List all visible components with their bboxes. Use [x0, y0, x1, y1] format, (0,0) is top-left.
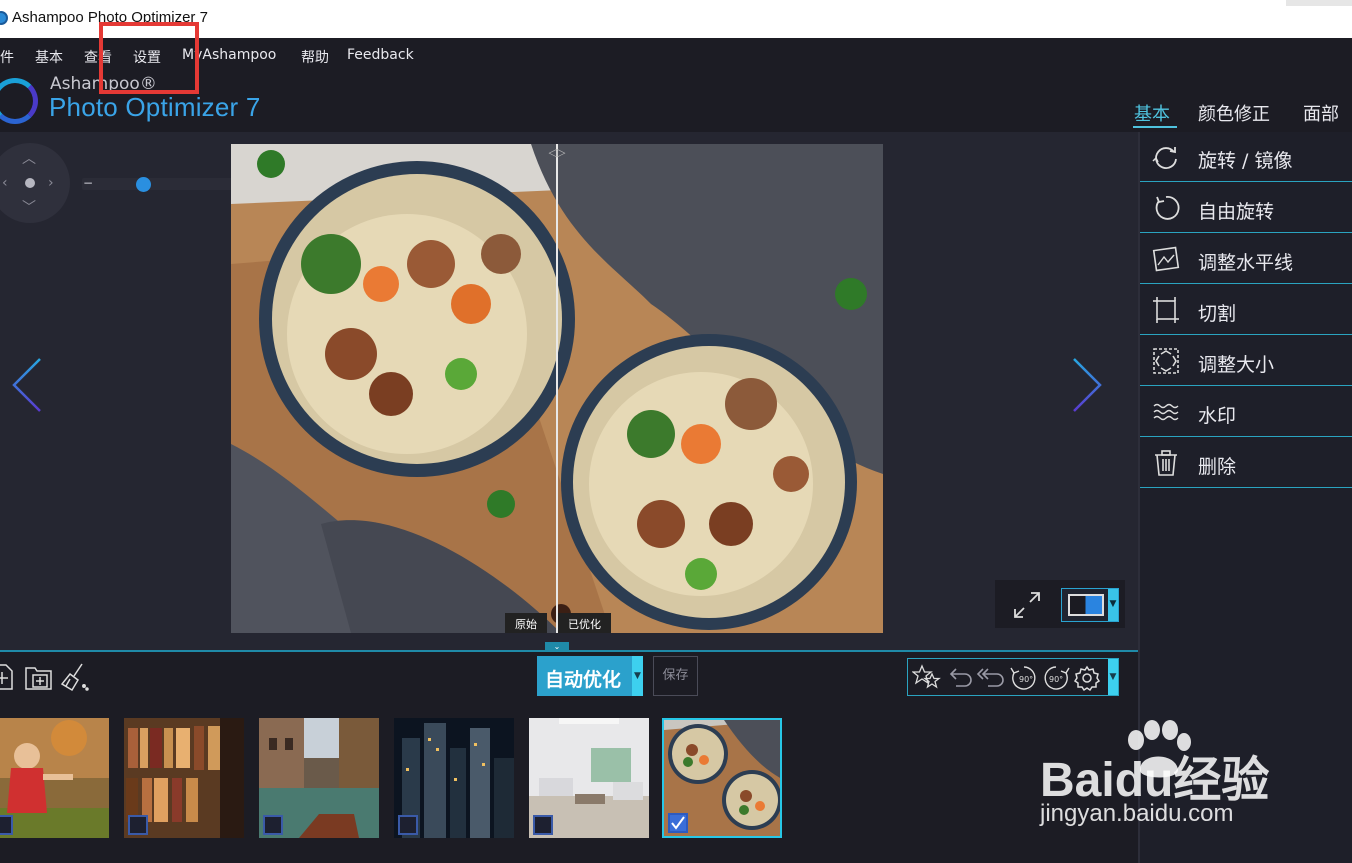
thumbnail-checkbox[interactable] — [263, 815, 283, 835]
baidu-watermark: Baidu经验 jingyan.baidu.com — [1040, 720, 1340, 840]
tool-delete[interactable]: 删除 — [1140, 438, 1352, 488]
thumbnail-bookshelf[interactable] — [124, 718, 244, 838]
tool-label: 调整大小 — [1198, 354, 1275, 376]
settings-gear-icon[interactable] — [1072, 664, 1102, 692]
auto-optimize-dropdown-icon[interactable]: ▼ — [632, 656, 643, 696]
thumbnail-canal[interactable] — [259, 718, 379, 838]
pan-down-icon[interactable]: ﹀ — [22, 201, 36, 215]
tool-watermark[interactable]: 水印 — [1140, 387, 1352, 437]
child-photo-image — [0, 718, 109, 838]
menu-file[interactable]: 文件 — [0, 47, 14, 67]
edit-actions-group: 90° 90° ▼ — [907, 658, 1119, 696]
compare-dropdown-icon[interactable]: ▼ — [1108, 589, 1118, 621]
pan-right-icon[interactable]: › — [48, 176, 54, 190]
thumbnail-checkbox[interactable] — [0, 815, 13, 835]
original-label: 原始 — [505, 613, 547, 633]
tab-color-correction[interactable]: 颜色修正 — [1198, 100, 1270, 126]
logo-ring-icon — [0, 78, 38, 124]
tab-basic[interactable]: 基本 — [1134, 100, 1170, 126]
active-tab-indicator — [1133, 126, 1177, 128]
rotate-icon — [1152, 147, 1177, 169]
menu-basic[interactable]: 基本 — [35, 47, 63, 67]
highlight-annotation-box — [99, 22, 199, 94]
tool-label: 调整水平线 — [1198, 252, 1294, 274]
save-button[interactable]: 保存 — [653, 656, 698, 696]
tool-free-rotate[interactable]: 自由旋转 — [1140, 183, 1352, 233]
tool-horizon[interactable]: 调整水平线 — [1140, 234, 1352, 284]
zoom-slider-thumb[interactable] — [136, 177, 151, 192]
pan-left-icon[interactable]: ‹ — [2, 176, 8, 190]
clear-broom-icon[interactable] — [60, 662, 90, 692]
thumbnail-city-night[interactable] — [394, 718, 514, 838]
thumbnail-checkbox[interactable] — [398, 815, 418, 835]
logo-product: Photo Optimizer 7 — [49, 92, 261, 122]
auto-optimize-button[interactable]: 自动优化 ▼ — [537, 656, 643, 696]
rotate-left-label: 90° — [1019, 675, 1033, 684]
next-image-arrow-icon[interactable] — [1066, 355, 1106, 415]
tool-rotate-mirror[interactable]: 旋转 / 镜像 — [1140, 132, 1352, 182]
undo-icon[interactable] — [944, 664, 974, 692]
previous-image-arrow-icon[interactable] — [8, 355, 48, 415]
thumbnail-checkbox[interactable] — [128, 815, 148, 835]
rotate-left-90-icon[interactable]: 90° — [1008, 664, 1040, 692]
thumbnail-checkbox[interactable] — [533, 815, 553, 835]
collapse-toggle-icon[interactable]: ⌄ — [545, 642, 569, 652]
tool-crop[interactable]: 切割 — [1140, 285, 1352, 335]
compare-split-line[interactable] — [556, 144, 558, 633]
tool-label: 自由旋转 — [1198, 201, 1275, 223]
edit-actions-dropdown-icon[interactable]: ▼ — [1108, 659, 1118, 695]
window-controls[interactable] — [1286, 0, 1352, 6]
tool-label: 删除 — [1198, 456, 1237, 478]
checkmark-icon — [671, 816, 685, 830]
title-bar: Ashampoo Photo Optimizer 7 — [0, 0, 1352, 38]
rotate-right-label: 90° — [1049, 675, 1063, 684]
menu-help[interactable]: 帮助 — [301, 47, 329, 67]
tool-label: 旋转 / 镜像 — [1198, 150, 1293, 172]
tool-label: 切割 — [1198, 303, 1237, 325]
compare-view-button[interactable]: ▼ — [1061, 588, 1119, 622]
app-window: Ashampoo Photo Optimizer 7 文件 基本 查看 设置 M… — [0, 0, 1352, 863]
watermark-url: jingyan.baidu.com — [1040, 800, 1234, 827]
watermark-icon — [1153, 403, 1179, 421]
zoom-out-icon[interactable]: − — [83, 176, 93, 190]
horizon-icon — [1152, 246, 1180, 272]
fullscreen-expand-icon[interactable] — [1011, 589, 1043, 621]
undo-all-icon[interactable] — [974, 664, 1006, 692]
favorites-stars-icon[interactable] — [912, 664, 942, 692]
resize-icon — [1153, 348, 1179, 374]
pan-center-icon[interactable] — [25, 178, 35, 188]
thumbnail-noodle-bowls[interactable] — [662, 718, 782, 838]
pan-up-icon[interactable]: ︿ — [22, 152, 36, 166]
app-icon — [0, 11, 8, 25]
add-file-icon[interactable] — [0, 662, 18, 692]
zoom-slider-track[interactable] — [82, 178, 242, 190]
crop-icon — [1153, 297, 1179, 323]
thumbnail-checkbox-checked[interactable] — [668, 813, 688, 833]
add-folder-icon[interactable] — [24, 662, 54, 692]
trash-icon — [1155, 450, 1177, 476]
tab-face[interactable]: 面部 — [1303, 100, 1339, 126]
split-drag-handle-icon[interactable]: ◁▷ — [541, 146, 573, 162]
free-rotate-icon — [1155, 196, 1180, 220]
menu-feedback[interactable]: Feedback — [347, 47, 414, 63]
rotate-right-90-icon[interactable]: 90° — [1040, 664, 1072, 692]
thumbnail-child[interactable] — [0, 718, 109, 838]
tool-label: 水印 — [1198, 405, 1237, 427]
split-view-icon — [1068, 594, 1104, 616]
menu-bar: 文件 基本 查看 设置 MyAshampoo 帮助 Feedback — [0, 38, 1352, 72]
optimized-label: 已优化 — [558, 613, 611, 633]
auto-optimize-label: 自动优化 — [545, 669, 622, 691]
tool-resize[interactable]: 调整大小 — [1140, 336, 1352, 386]
thumbnail-living-room[interactable] — [529, 718, 649, 838]
